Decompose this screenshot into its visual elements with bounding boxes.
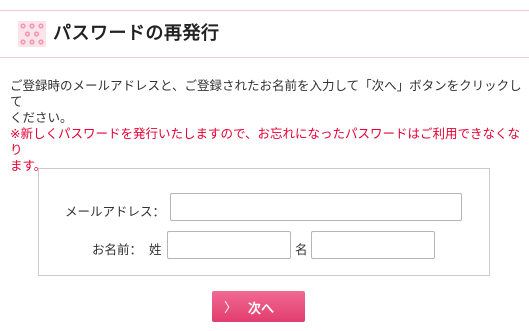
name-label: お名前： [92, 242, 143, 257]
next-button-label: 次へ [248, 302, 275, 317]
warning-line-1: ※新しくパスワードを発行いたしますので、お忘れになったパスワードはご利用できなく… [10, 126, 520, 157]
first-name-label: 名 [295, 242, 308, 257]
email-label: メールアドレス： [65, 204, 166, 219]
password-reissue-page: パスワードの再発行 ご登録時のメールアドレスと、ご登録されたお名前を入力して「次… [0, 0, 529, 331]
first-name-input[interactable] [311, 231, 435, 259]
instruction-text: ご登録時のメールアドレスと、ご登録されたお名前を入力して「次へ」ボタンをクリック… [10, 78, 522, 174]
last-name-input[interactable] [167, 231, 291, 259]
instruction-line-1: ご登録時のメールアドレスと、ご登録されたお名前を入力して「次へ」ボタンをクリック… [10, 78, 522, 109]
reissue-form: メールアドレス： お名前： 姓 名 [38, 168, 490, 276]
chevron-right-icon: 〉 [224, 301, 238, 316]
page-header: パスワードの再発行 [0, 10, 529, 58]
email-input[interactable] [170, 193, 462, 221]
last-name-label: 姓 [149, 242, 162, 257]
page-title: パスワードの再発行 [53, 23, 220, 44]
next-button[interactable]: 〉 次へ [212, 291, 305, 322]
instruction-line-2: ください。 [10, 110, 73, 125]
pink-pattern-icon [18, 21, 46, 47]
